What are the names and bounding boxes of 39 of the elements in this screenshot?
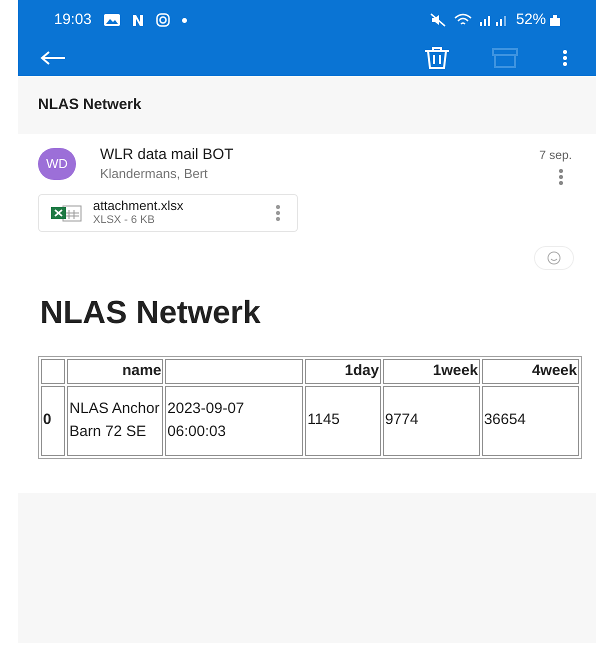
back-arrow-icon[interactable] (40, 50, 66, 66)
trash-icon[interactable] (424, 47, 450, 69)
signal-icon (496, 14, 508, 26)
sender-name: WLR data mail BOT (100, 146, 234, 164)
column-header (41, 359, 66, 384)
more-icon[interactable] (562, 49, 568, 67)
camera-icon (156, 13, 170, 27)
recipient-name: Klandermans, Bert (100, 165, 209, 183)
row-index: 0 (41, 386, 66, 456)
wifi-icon (454, 13, 472, 27)
emoji-reaction-button[interactable] (534, 246, 574, 270)
attachment-name: attachment.xlsx (93, 198, 184, 213)
table-cell: 9774 (382, 386, 480, 456)
message-date: 7 sep. (539, 147, 572, 164)
email-subject: NLAS Netwerk (38, 94, 142, 115)
attachment-card[interactable]: attachment.xlsx XLSX - 6 KB (38, 194, 298, 232)
more-icon[interactable] (275, 204, 281, 222)
battery-icon (550, 14, 560, 26)
column-header: 4week (482, 359, 579, 384)
n-app-icon (132, 14, 144, 26)
mute-icon (430, 13, 446, 27)
column-header: name (67, 359, 164, 384)
battery-level: 52% (516, 10, 546, 30)
table-cell: 2023-09-07 06:00:03 (165, 386, 304, 456)
smiley-icon (547, 251, 561, 265)
email-heading: NLAS Netwerk (39, 293, 262, 332)
avatar: WD (38, 148, 76, 180)
table-cell: 36654 (482, 386, 579, 456)
spreadsheet-icon (51, 203, 83, 223)
attachment-info: XLSX - 6 KB (93, 213, 156, 228)
signal-icon (480, 14, 492, 26)
column-header: 1day (305, 359, 381, 384)
more-icon[interactable] (558, 168, 564, 186)
column-header: 1week (382, 359, 480, 384)
table-cell: NLAS Anchor Barn 72 SE (67, 386, 164, 456)
dot-icon (182, 18, 187, 22)
table-cell: 1145 (305, 386, 381, 456)
status-time: 19:03 (54, 10, 92, 30)
gallery-icon (104, 14, 120, 26)
